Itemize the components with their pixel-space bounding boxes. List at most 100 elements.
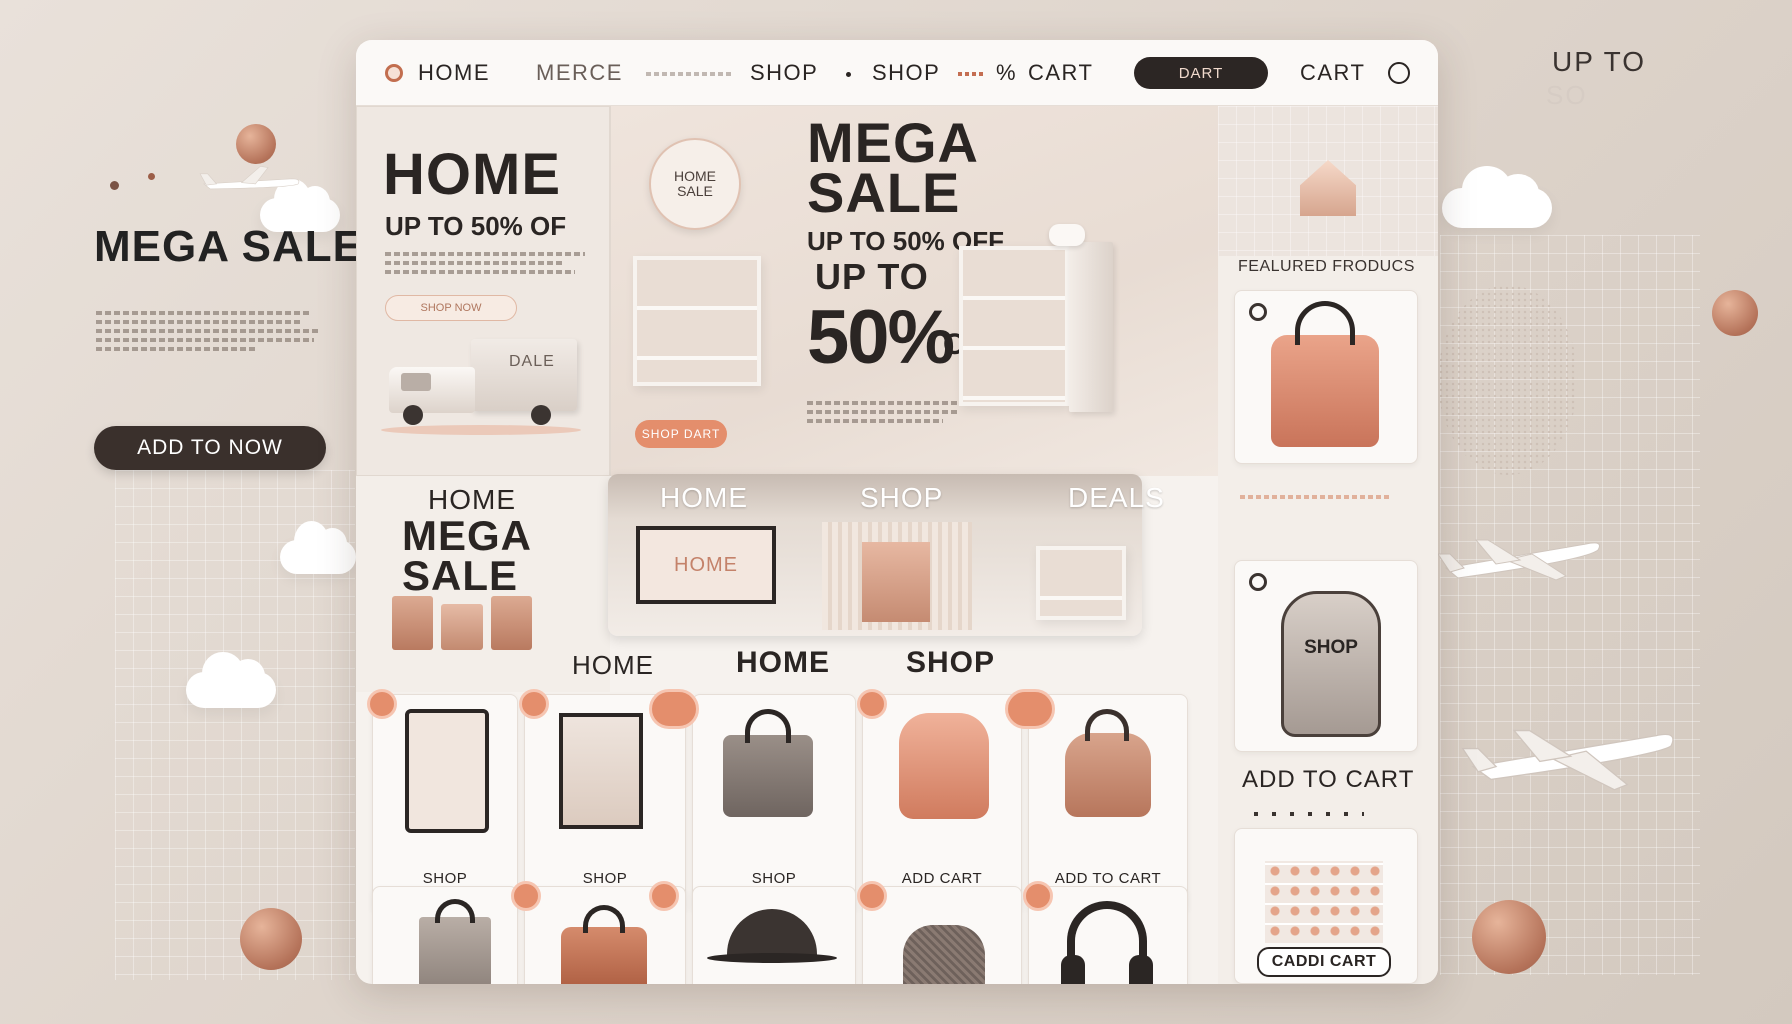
top-right-up-to: UP TO <box>1552 46 1647 77</box>
promo-title: HOME <box>383 142 561 207</box>
shelf-left <box>633 256 761 386</box>
tag-icon <box>1249 573 1267 591</box>
cart-icon[interactable] <box>1388 62 1410 84</box>
nav-divider <box>646 72 732 76</box>
airplane-icon <box>1461 729 1674 791</box>
backpack-label: SHOP <box>1304 637 1358 658</box>
top-nav-bar: HOME MERCE SHOP SHOP % CART DART CART <box>356 40 1438 106</box>
nav-shop-2[interactable]: SHOP <box>872 60 940 86</box>
product-card-bag[interactable] <box>1234 290 1418 464</box>
cap-product <box>727 909 817 955</box>
nav-shop[interactable]: SHOP <box>750 60 818 86</box>
gray-backpack <box>1281 591 1381 737</box>
mid-mega: MEGA <box>402 512 532 559</box>
tablet-product <box>405 709 489 833</box>
tv-screen-text: HOME <box>674 553 738 576</box>
orb-bottom-left <box>240 908 302 970</box>
home-icon <box>385 64 403 82</box>
tag-icon <box>1249 303 1267 321</box>
featured-title: FEALURED FRODUCS <box>1238 258 1415 275</box>
section-tab-shop[interactable]: SHOP <box>906 646 995 680</box>
product-label: SHOP <box>751 870 797 887</box>
tab-deals[interactable]: DEALS <box>1068 482 1165 514</box>
product-card-9[interactable] <box>857 881 1022 984</box>
right-column: SHOP ADD TO CART CADDI CART <box>1218 476 1438 984</box>
promo-panel: HOME UP TO 50% OF SHOP NOW DALE <box>356 106 610 476</box>
badge-icon <box>1023 881 1053 911</box>
product-card-3[interactable]: SHOP <box>649 689 856 914</box>
badge-icon <box>511 881 541 911</box>
hero-sign: HOME SALE <box>649 138 741 230</box>
hero-big-percent: 50% <box>807 295 955 380</box>
hero-description <box>807 396 977 428</box>
nav-divider <box>958 72 986 76</box>
airplane-icon <box>1437 539 1600 581</box>
product-card-4[interactable]: ADD CART <box>857 689 1022 914</box>
shop-dart-button[interactable]: SHOP DART <box>635 420 727 448</box>
hero-sign-text: HOME SALE <box>674 167 716 199</box>
left-mega-sale-title: MEGA SALE <box>94 222 363 271</box>
left-description <box>96 306 328 356</box>
product-card-6[interactable] <box>372 886 518 984</box>
pink-bag <box>1271 335 1379 447</box>
caddi-cart-button[interactable]: CADDI CART <box>1257 947 1391 977</box>
nav-merce[interactable]: MERCE <box>536 60 623 86</box>
product-label: ADD TO CART <box>1054 870 1162 887</box>
shelf-right <box>959 246 1069 406</box>
cloud-left-low <box>186 652 276 708</box>
badge-icon <box>367 689 397 719</box>
orb-bottom-right <box>1472 900 1546 974</box>
dot-row <box>1254 812 1364 816</box>
gift-boxes <box>392 596 532 650</box>
door-panel <box>1069 242 1113 412</box>
add-to-cart-heading[interactable]: ADD TO CART <box>1242 766 1414 794</box>
orb-right <box>1712 290 1758 336</box>
badge-icon <box>857 689 887 719</box>
shelf-mid <box>1036 546 1126 620</box>
promo-subtitle: UP TO 50% OF <box>385 211 567 241</box>
product-card-10[interactable] <box>1023 881 1188 984</box>
brown-backpack <box>1065 733 1151 817</box>
badge-icon <box>519 689 549 719</box>
nav-cart[interactable]: CART <box>1028 60 1094 86</box>
hero-banner: HOME SALE MEGA SALE UP TO 50% OFF UP TO … <box>610 106 1218 476</box>
airplane-icon <box>199 165 300 190</box>
badge-icon <box>1005 689 1055 729</box>
mid-sale: SALE <box>402 552 519 599</box>
main-window: HOME MERCE SHOP SHOP % CART DART CART HO… <box>356 40 1438 984</box>
hero-title-sale: SALE <box>807 161 961 224</box>
hero-big-up-to: UP TO <box>815 256 929 297</box>
tab-shop[interactable]: SHOP <box>860 482 943 514</box>
product-label: SHOP <box>422 870 468 887</box>
peach-backpack <box>899 713 989 819</box>
nav-separator-dot <box>846 72 851 77</box>
mesh-sphere <box>1438 285 1578 475</box>
section-tab-home-1[interactable]: HOME <box>572 650 654 681</box>
dart-pill-button[interactable]: DART <box>1134 57 1268 89</box>
tab-home[interactable]: HOME <box>660 482 748 514</box>
badge-icon <box>857 881 887 911</box>
add-to-now-button[interactable]: ADD TO NOW <box>94 426 326 470</box>
cloud-right <box>1442 166 1552 228</box>
section-tab-home-2[interactable]: HOME <box>736 646 830 680</box>
frame-product <box>559 713 643 829</box>
product-card-8[interactable] <box>649 881 856 984</box>
product-card-1[interactable]: SHOP <box>367 689 518 914</box>
nav-home[interactable]: HOME <box>418 60 490 86</box>
nav-percent[interactable]: % <box>996 60 1017 86</box>
cloud-left-mid <box>280 521 356 574</box>
orb-top-left <box>236 124 276 164</box>
product-card-5[interactable]: ADD TO CART <box>1005 689 1188 914</box>
app-grid <box>1265 861 1383 943</box>
product-card-backpack[interactable]: SHOP <box>1234 560 1418 752</box>
product-label: ADD CART <box>901 870 983 887</box>
promo-description <box>385 247 585 279</box>
top-right-faded: SO <box>1546 80 1588 110</box>
category-tabs-panel: HOME SHOP DEALS HOME <box>608 474 1164 636</box>
nav-cart-right[interactable]: CART <box>1300 60 1366 86</box>
app-grid-card: CADDI CART <box>1234 828 1418 984</box>
right-column-note <box>1240 490 1390 504</box>
tote-bag <box>723 735 813 817</box>
shop-now-button[interactable]: SHOP NOW <box>385 295 517 321</box>
featured-panel: FEALURED FRODUCS <box>1218 106 1438 476</box>
